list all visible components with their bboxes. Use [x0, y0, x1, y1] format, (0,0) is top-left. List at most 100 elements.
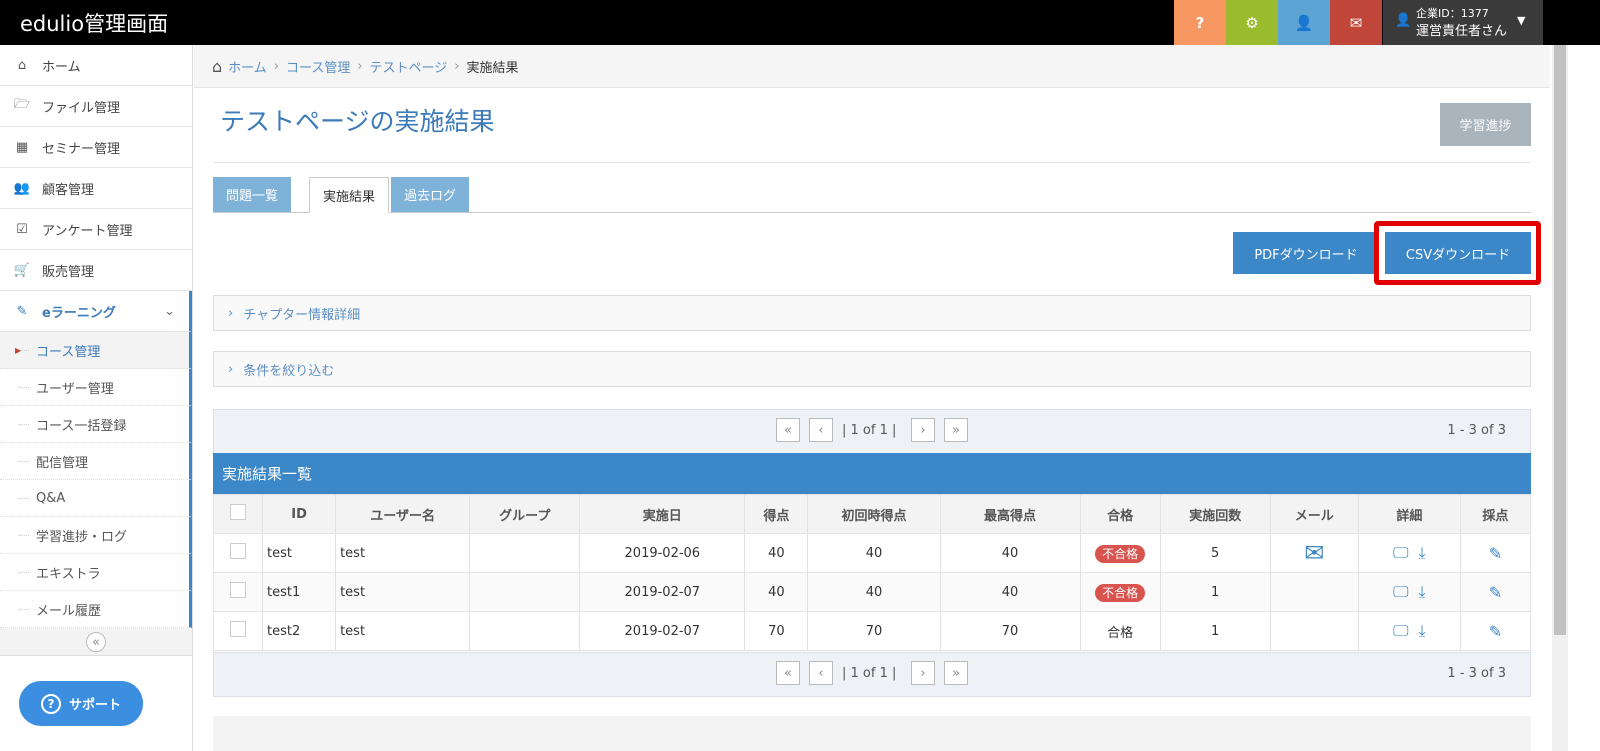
pdf-download-button[interactable]: PDFダウンロード: [1233, 232, 1379, 274]
breadcrumb-test-page[interactable]: テストページ: [370, 57, 448, 76]
sidebar: ⌂ ホーム 🗁 ファイル管理 ▦ セミナー管理 👥 顧客管理 ☑ アンケート管理 🛒 販売管理 ✎ eラー…: [0, 45, 193, 751]
sidebar-item-2[interactable]: ▦ セミナー管理: [0, 127, 192, 168]
column-header: グループ: [469, 494, 581, 534]
help-button[interactable]: ?: [1174, 0, 1226, 45]
column-header: ID: [262, 494, 337, 534]
download-icon[interactable]: ⤓: [1419, 582, 1426, 601]
pass-status-badge: 合格: [1107, 625, 1134, 641]
pager-top: « ‹ | 1 of 1 | › » 1 - 3 of 3: [213, 409, 1531, 454]
support-button[interactable]: ? サポート: [19, 681, 143, 726]
page-indicator: | 1 of 1 |: [842, 666, 897, 681]
sidebar-subitem-3[interactable]: 配信管理: [0, 443, 192, 480]
row-checkbox[interactable]: [230, 543, 247, 559]
breadcrumb-home[interactable]: ホーム: [228, 57, 267, 76]
cell-grading: ✎: [1459, 533, 1532, 573]
pass-status-badge: 不合格: [1095, 583, 1146, 602]
sidebar-item-1[interactable]: 🗁 ファイル管理: [0, 86, 192, 127]
monitor-icon[interactable]: 🖵: [1393, 621, 1408, 640]
scrollbar[interactable]: [1552, 45, 1568, 751]
cell-score: 40: [744, 572, 809, 612]
download-icon[interactable]: ⤓: [1419, 543, 1426, 562]
cell-id: test: [262, 533, 337, 573]
sidebar-subitem-5[interactable]: 学習進捗・ログ: [0, 517, 192, 554]
tab-questions[interactable]: 問題一覧: [213, 177, 292, 212]
sidebar-item-4[interactable]: ☑ アンケート管理: [0, 209, 192, 250]
profile-button[interactable]: 👤: [1278, 0, 1330, 45]
sidebar-subitem-0[interactable]: ▶ コース管理: [0, 332, 192, 369]
range-text: 1 - 3 of 3: [1447, 666, 1506, 681]
subitem-label: Q&A: [36, 490, 66, 506]
sidebar-subitem-6[interactable]: エキストラ: [0, 554, 192, 591]
cell-count: 1: [1159, 611, 1271, 651]
active-marker-icon: ▶: [15, 345, 22, 355]
last-page-button[interactable]: »: [944, 418, 968, 442]
column-header: 初回時得点: [807, 494, 941, 534]
column-header: 得点: [744, 494, 809, 534]
csv-download-button[interactable]: CSVダウンロード: [1385, 232, 1531, 274]
edit-icon[interactable]: ✎: [1489, 622, 1502, 641]
page-title: テストページの実施結果: [220, 107, 495, 136]
sidebar-item-3[interactable]: 👥 顧客管理: [0, 168, 192, 209]
next-page-button[interactable]: ›: [911, 418, 935, 442]
breadcrumb: ⌂ ホーム › コース管理 › テストページ › 実施結果: [194, 45, 1550, 88]
row-checkbox[interactable]: [230, 621, 247, 637]
first-page-button[interactable]: «: [776, 661, 800, 685]
column-header: 最高得点: [939, 494, 1081, 534]
cell-mail: ✉: [1269, 533, 1359, 573]
download-icon[interactable]: ⤓: [1419, 621, 1426, 640]
monitor-icon[interactable]: 🖵: [1393, 582, 1408, 601]
cell-max-score: 70: [939, 611, 1081, 651]
cell-score: 70: [744, 611, 809, 651]
subitem-label: エキストラ: [36, 566, 101, 582]
filter-accordion[interactable]: › 条件を絞り込む: [213, 351, 1531, 387]
collapse-sidebar-button[interactable]: «: [86, 632, 106, 652]
range-text: 1 - 3 of 3: [1447, 423, 1506, 438]
row-checkbox[interactable]: [230, 582, 247, 598]
user-menu[interactable]: 👤 企業ID：1377 運営責任者さん ▼: [1383, 0, 1543, 45]
user-name: 運営責任者さん: [1416, 24, 1508, 39]
cell-mail: [1269, 572, 1359, 612]
column-header: 実施日: [579, 494, 746, 534]
footer-panel: [213, 716, 1531, 751]
prev-page-button[interactable]: ‹: [809, 661, 833, 685]
sidebar-item-label: ファイル管理: [42, 100, 121, 116]
column-header: 詳細: [1357, 494, 1461, 534]
sidebar-subitem-2[interactable]: コース一括登録: [0, 406, 192, 443]
sidebar-item-label: アンケート管理: [42, 223, 133, 239]
edit-icon[interactable]: ✎: [1489, 544, 1502, 563]
section-label: eラーニング: [42, 305, 116, 321]
settings-button[interactable]: ⚙: [1226, 0, 1278, 45]
cell-group: [469, 611, 581, 651]
sidebar-subitem-4[interactable]: Q&A: [0, 480, 192, 517]
prev-page-button[interactable]: ‹: [809, 418, 833, 442]
tab-past-logs[interactable]: 過去ログ: [391, 177, 470, 212]
mail-button[interactable]: ✉: [1330, 0, 1382, 45]
sidebar-section-elearning[interactable]: ✎ eラーニング ⌄: [0, 291, 192, 332]
sidebar-subitem-7[interactable]: メール履歴: [0, 591, 192, 628]
sidebar-item-5[interactable]: 🛒 販売管理: [0, 250, 192, 291]
cell-first-score: 40: [807, 572, 941, 612]
breadcrumb-course[interactable]: コース管理: [286, 57, 350, 76]
monitor-icon[interactable]: 🖵: [1393, 543, 1408, 562]
scrollbar-thumb[interactable]: [1554, 45, 1566, 635]
subitem-label: 配信管理: [36, 455, 89, 471]
chapter-details-accordion[interactable]: › チャプター情報詳細: [213, 295, 1531, 331]
first-page-button[interactable]: «: [776, 418, 800, 442]
next-page-button[interactable]: ›: [911, 661, 935, 685]
cell-mail: [1269, 611, 1359, 651]
tab-results[interactable]: 実施結果: [309, 177, 390, 213]
subitem-label: メール履歴: [36, 603, 102, 619]
sidebar-subitem-1[interactable]: ユーザー管理: [0, 369, 192, 406]
mail-icon[interactable]: ✉: [1304, 539, 1324, 567]
home-icon: ⌂: [17, 57, 27, 73]
pager-bottom: « ‹ | 1 of 1 | › » 1 - 3 of 3: [213, 652, 1531, 697]
cell-group: [469, 533, 581, 573]
last-page-button[interactable]: »: [944, 661, 968, 685]
checkbox-icon: ☑: [16, 221, 28, 237]
sidebar-item-0[interactable]: ⌂ ホーム: [0, 45, 192, 86]
edit-icon[interactable]: ✎: [1489, 583, 1502, 602]
table-row: test test 2019-02-06 40 40 40 不合格 5 ✉ 🖵 ⤓…: [212, 533, 1532, 573]
select-all-checkbox[interactable]: [230, 504, 247, 520]
learning-progress-button[interactable]: 学習進捗: [1440, 103, 1531, 146]
table-title: 実施結果一覧: [213, 453, 1531, 494]
